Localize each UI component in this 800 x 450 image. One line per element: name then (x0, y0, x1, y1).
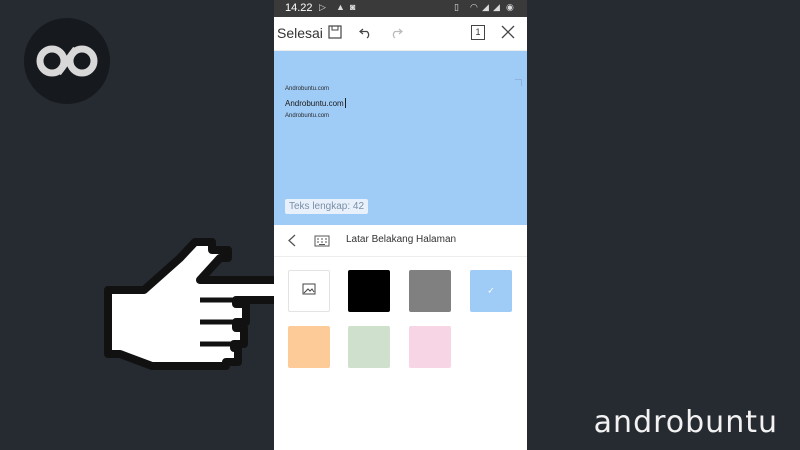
vibrate-icon: ▯ (454, 2, 459, 12)
wifi-icon: ◠ (470, 2, 478, 12)
redo-icon[interactable] (389, 25, 403, 44)
infinity-icon (36, 45, 98, 77)
keyboard-icon[interactable] (314, 234, 330, 252)
notification-icon: ◙ (350, 2, 356, 12)
text-line-2: Androbuntu.com (285, 98, 346, 108)
swatch-image[interactable] (288, 270, 330, 312)
swatch-light-blue[interactable]: ✓ (470, 270, 512, 312)
text-line-1: Androbuntu.com (285, 86, 330, 92)
image-icon (302, 282, 316, 300)
watermark-logo: androbuntu (593, 405, 778, 440)
done-button[interactable]: Selesai (277, 25, 323, 41)
swatch-pink[interactable] (409, 326, 451, 368)
back-icon[interactable] (288, 234, 296, 252)
text-line-3: Androbuntu.com (285, 113, 330, 119)
page-icon[interactable]: 1 (471, 25, 485, 40)
pointing-hand-icon (104, 238, 284, 370)
swatch-black[interactable] (348, 270, 390, 312)
swatch-gray[interactable] (409, 270, 451, 312)
phone-screen: 14.22 ▷ ▲ ◙ ▯ ◠ ◢ ◢ ◉ Selesai 1 Androbun… (274, 0, 527, 450)
battery-icon: ◉ (506, 2, 514, 12)
text-canvas[interactable]: Androbuntu.com Androbuntu.com Androbuntu… (274, 51, 527, 225)
corner-marker (515, 79, 522, 86)
swatch-peach[interactable] (288, 326, 330, 368)
signal-icon: ◢ (493, 2, 500, 12)
char-count-badge: Teks lengkap: 42 (285, 199, 369, 214)
swatch-sage[interactable] (348, 326, 390, 368)
status-bar: 14.22 ▷ ▲ ◙ ▯ ◠ ◢ ◢ ◉ (274, 0, 527, 17)
panel-title: Latar Belakang Halaman (346, 234, 457, 245)
triangle-icon: ▲ (336, 2, 345, 12)
editor-toolbar: Selesai 1 (274, 17, 527, 51)
play-icon: ▷ (319, 2, 326, 12)
save-icon[interactable] (328, 25, 342, 44)
panel-header: Latar Belakang Halaman (274, 225, 527, 257)
close-icon[interactable] (501, 25, 515, 44)
undo-icon[interactable] (359, 25, 373, 44)
status-time: 14.22 (285, 2, 313, 14)
text-caret (344, 98, 346, 108)
channel-logo (24, 18, 110, 104)
signal-icon: ◢ (482, 2, 489, 12)
check-icon: ✓ (487, 285, 495, 296)
